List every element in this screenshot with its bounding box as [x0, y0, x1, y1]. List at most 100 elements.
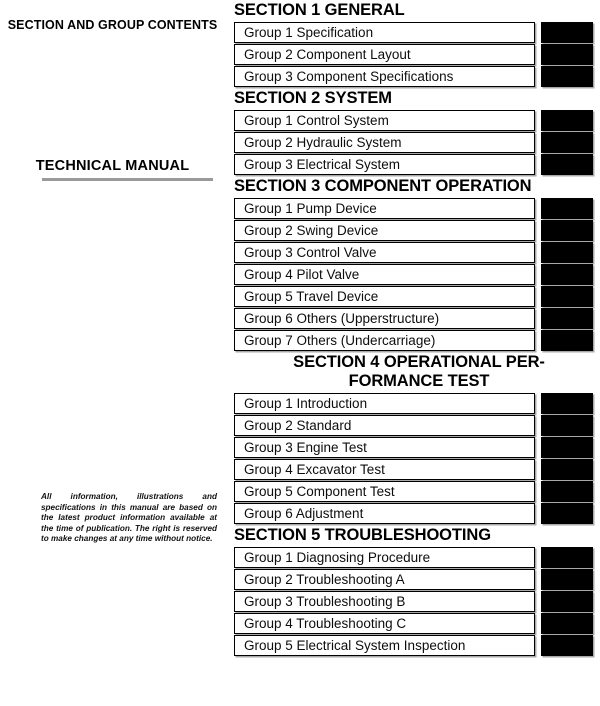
- group-row[interactable]: Group 2 Component Layout: [234, 44, 600, 65]
- group-label: Group 3 Electrical System: [244, 157, 401, 172]
- page-number-marker: [541, 154, 593, 175]
- group-label: Group 5 Electrical System Inspection: [244, 638, 466, 653]
- group-entry[interactable]: Group 3 Component Specifications: [234, 66, 535, 87]
- page-number-marker: [541, 242, 593, 263]
- group-row[interactable]: Group 2 Swing Device: [234, 220, 600, 241]
- group-entry[interactable]: Group 2 Standard: [234, 415, 535, 436]
- group-row[interactable]: Group 5 Electrical System Inspection: [234, 635, 600, 656]
- group-row[interactable]: Group 2 Standard: [234, 415, 600, 436]
- group-label: Group 4 Excavator Test: [244, 462, 385, 477]
- group-entry[interactable]: Group 1 Specification: [234, 22, 535, 43]
- group-label: Group 2 Standard: [244, 418, 352, 433]
- group-row[interactable]: Group 3 Engine Test: [234, 437, 600, 458]
- group-entry[interactable]: Group 6 Others (Upperstructure): [234, 308, 535, 329]
- group-row[interactable]: Group 3 Control Valve: [234, 242, 600, 263]
- page-number-marker: [541, 459, 593, 480]
- group-row[interactable]: Group 2 Hydraulic System: [234, 132, 600, 153]
- page-number-marker: [541, 569, 593, 590]
- group-label: Group 1 Control System: [244, 113, 389, 128]
- page-number-marker: [541, 44, 593, 65]
- page-number-marker: [541, 613, 593, 634]
- group-label: Group 1 Pump Device: [244, 201, 377, 216]
- group-row[interactable]: Group 5 Travel Device: [234, 286, 600, 307]
- group-entry[interactable]: Group 3 Electrical System: [234, 154, 535, 175]
- group-entry[interactable]: Group 7 Others (Undercarriage): [234, 330, 535, 351]
- group-row[interactable]: Group 1 Pump Device: [234, 198, 600, 219]
- group-row[interactable]: Group 4 Excavator Test: [234, 459, 600, 480]
- group-row[interactable]: Group 2 Troubleshooting A: [234, 569, 600, 590]
- section-heading: SECTION 5 TROUBLESHOOTING: [234, 526, 491, 544]
- page-number-marker: [541, 591, 593, 612]
- page-number-marker: [541, 503, 593, 524]
- group-label: Group 6 Adjustment: [244, 506, 364, 521]
- group-row[interactable]: Group 4 Pilot Valve: [234, 264, 600, 285]
- page-number-marker: [541, 286, 593, 307]
- group-label: Group 5 Travel Device: [244, 289, 379, 304]
- group-label: Group 4 Pilot Valve: [244, 267, 360, 282]
- group-row[interactable]: Group 3 Troubleshooting B: [234, 591, 600, 612]
- page-number-marker: [541, 110, 593, 131]
- group-row[interactable]: Group 6 Others (Upperstructure): [234, 308, 600, 329]
- page-number-marker: [541, 132, 593, 153]
- page-number-marker: [541, 308, 593, 329]
- group-label: Group 3 Control Valve: [244, 245, 377, 260]
- group-entry[interactable]: Group 5 Travel Device: [234, 286, 535, 307]
- group-row[interactable]: Group 6 Adjustment: [234, 503, 600, 524]
- contents-heading: SECTION AND GROUP CONTENTS: [7, 18, 218, 32]
- page-number-marker: [541, 437, 593, 458]
- page-number-marker: [541, 415, 593, 436]
- group-label: Group 2 Component Layout: [244, 47, 411, 62]
- group-row[interactable]: Group 1 Introduction: [234, 393, 600, 414]
- group-entry[interactable]: Group 5 Component Test: [234, 481, 535, 502]
- group-row[interactable]: Group 4 Troubleshooting C: [234, 613, 600, 634]
- page-number-marker: [541, 547, 593, 568]
- group-entry[interactable]: Group 2 Swing Device: [234, 220, 535, 241]
- group-label: Group 3 Engine Test: [244, 440, 367, 455]
- page-number-marker: [541, 220, 593, 241]
- group-label: Group 1 Diagnosing Procedure: [244, 550, 431, 565]
- group-entry[interactable]: Group 5 Electrical System Inspection: [234, 635, 535, 656]
- group-label: Group 6 Others (Upperstructure): [244, 311, 440, 326]
- technical-manual-block: TECHNICAL MANUAL: [0, 158, 225, 181]
- group-entry[interactable]: Group 4 Excavator Test: [234, 459, 535, 480]
- group-label: Group 2 Swing Device: [244, 223, 379, 238]
- group-entry[interactable]: Group 1 Diagnosing Procedure: [234, 547, 535, 568]
- group-row[interactable]: Group 3 Electrical System: [234, 154, 600, 175]
- page-number-marker: [541, 66, 593, 87]
- group-entry[interactable]: Group 2 Component Layout: [234, 44, 535, 65]
- disclaimer-text: All information, illustrations and speci…: [41, 492, 217, 544]
- section-heading: SECTION 3 COMPONENT OPERATION: [234, 177, 532, 195]
- group-row[interactable]: Group 5 Component Test: [234, 481, 600, 502]
- manual-contents-page: SECTION AND GROUP CONTENTS TECHNICAL MAN…: [0, 0, 600, 706]
- group-row[interactable]: Group 3 Component Specifications: [234, 66, 600, 87]
- group-entry[interactable]: Group 3 Troubleshooting B: [234, 591, 535, 612]
- group-entry[interactable]: Group 4 Pilot Valve: [234, 264, 535, 285]
- group-entry[interactable]: Group 3 Control Valve: [234, 242, 535, 263]
- group-label: Group 2 Troubleshooting A: [244, 572, 405, 587]
- group-row[interactable]: Group 1 Specification: [234, 22, 600, 43]
- group-entry[interactable]: Group 4 Troubleshooting C: [234, 613, 535, 634]
- group-label: Group 3 Troubleshooting B: [244, 594, 406, 609]
- group-entry[interactable]: Group 1 Control System: [234, 110, 535, 131]
- page-number-marker: [541, 22, 593, 43]
- page-number-marker: [541, 635, 593, 656]
- group-row[interactable]: Group 1 Diagnosing Procedure: [234, 547, 600, 568]
- page-number-marker: [541, 198, 593, 219]
- group-entry[interactable]: Group 2 Hydraulic System: [234, 132, 535, 153]
- section-heading: SECTION 1 GENERAL: [234, 1, 405, 19]
- group-entry[interactable]: Group 3 Engine Test: [234, 437, 535, 458]
- group-label: Group 7 Others (Undercarriage): [244, 333, 436, 348]
- page-number-marker: [541, 330, 593, 351]
- group-entry[interactable]: Group 2 Troubleshooting A: [234, 569, 535, 590]
- group-label: Group 4 Troubleshooting C: [244, 616, 407, 631]
- group-row[interactable]: Group 1 Control System: [234, 110, 600, 131]
- group-entry[interactable]: Group 6 Adjustment: [234, 503, 535, 524]
- title-underline-rule: [42, 178, 213, 181]
- group-entry[interactable]: Group 1 Introduction: [234, 393, 535, 414]
- group-row[interactable]: Group 7 Others (Undercarriage): [234, 330, 600, 351]
- page-number-marker: [541, 264, 593, 285]
- section-heading: SECTION 4 OPERATIONAL PER- FORMANCE TEST: [293, 353, 545, 390]
- group-label: Group 1 Specification: [244, 25, 374, 40]
- group-label: Group 5 Component Test: [244, 484, 395, 499]
- group-entry[interactable]: Group 1 Pump Device: [234, 198, 535, 219]
